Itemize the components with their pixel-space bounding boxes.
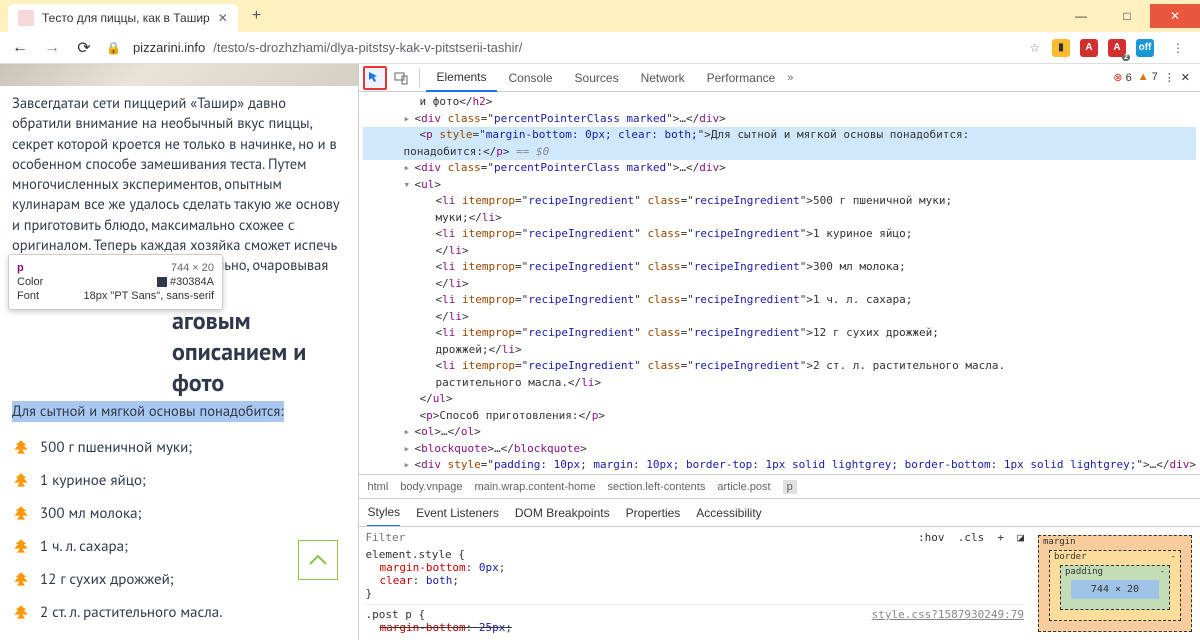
menu-icon[interactable]: ⋮ [1166,41,1190,55]
browser-tab[interactable]: Тесто для пиццы, как в Ташир ✕ [8,4,238,32]
article-h2: аговым описанием и фото [12,305,346,398]
list-item: 1 ч. л. сахара; [12,530,346,563]
cls-toggle[interactable]: .cls [958,531,985,544]
browser-titlebar: Тесто для пиццы, как в Ташир ✕ + — □ ✕ [0,0,1200,32]
inspect-tooltip: p744 × 20 Color#30384A Font18px "PT Sans… [8,254,223,310]
ext-icon-2[interactable]: off [1136,39,1154,57]
shadow-icon[interactable]: ◪ [1017,531,1024,544]
subtab-dom-breakpoints[interactable]: DOM Breakpoints [515,506,610,520]
url-field[interactable]: pizzarini.info/testo/s-drozhzhami/dlya-p… [133,40,1017,55]
devtools-panel: Elements Console Sources Network Perform… [358,64,1200,640]
bullet-icon [12,603,30,621]
devtools-close-icon[interactable]: ✕ [1181,71,1190,84]
window-close-button[interactable]: ✕ [1150,4,1200,28]
tab-sources[interactable]: Sources [565,64,629,92]
lock-icon: 🔒 [106,41,121,55]
dom-tree[interactable]: и фото</h2> ▸<div class="percentPointerC… [359,92,1200,474]
forward-button[interactable]: → [42,39,62,57]
breadcrumb[interactable]: html body.vnpage main.wrap.content-home … [359,474,1200,498]
window-maximize-button[interactable]: □ [1104,4,1150,28]
page-content: Завсегдатаи сети пиццерий «Ташир» давно … [0,64,358,640]
hov-toggle[interactable]: :hov [918,531,945,544]
ext-icon[interactable]: ▮ [1052,39,1070,57]
bullet-icon [12,471,30,489]
tab-elements[interactable]: Elements [426,64,496,92]
extension-icons: ▮ A A2 off [1052,39,1154,57]
back-button[interactable]: ← [10,39,30,57]
inspect-element-button[interactable] [363,66,387,90]
address-bar: ← → ⟳ 🔒 pizzarini.info/testo/s-drozhzham… [0,32,1200,64]
highlighted-paragraph: Для сытной и мягкой основы понадобится: [12,401,284,422]
list-item: 500 г пшеничной муки; [12,431,346,464]
subtab-styles[interactable]: Styles [367,499,400,527]
bullet-icon [12,438,30,456]
error-count[interactable]: ⊗ 6 [1113,71,1131,84]
box-model: margin border- padding- 744 × 20 [1030,527,1200,640]
tab-network[interactable]: Network [631,64,695,92]
abp-badge-icon[interactable]: A2 [1108,39,1126,57]
adblock-icon[interactable]: A [1080,39,1098,57]
favicon [18,10,34,26]
styles-filter-input[interactable] [365,531,425,544]
devtools-settings-icon[interactable]: ⋮ [1164,71,1175,84]
add-rule-button[interactable]: + [998,531,1005,544]
list-item: 2 ст. л. растительного масла. [12,596,346,629]
devtools-tabs: Elements Console Sources Network Perform… [359,64,1200,92]
subtab-properties[interactable]: Properties [626,506,681,520]
styles-panel: :hov .cls + ◪ element.style { margin-bot… [359,526,1200,640]
new-tab-button[interactable]: + [244,7,269,25]
warning-count[interactable]: ▲ 7 [1138,71,1158,84]
chevron-up-icon [308,554,328,566]
scroll-top-button[interactable] [298,540,338,580]
device-toolbar-button[interactable] [389,66,413,90]
tab-performance[interactable]: Performance [697,64,786,92]
window-minimize-button[interactable]: — [1058,4,1104,28]
selected-node: ⋯<p style="margin-bottom: 0px; clear: bo… [363,127,1196,144]
list-item: 300 мл молока; [12,497,346,530]
tab-close-icon[interactable]: ✕ [218,11,228,25]
styles-subtabs: Styles Event Listeners DOM Breakpoints P… [359,498,1200,526]
subtab-event-listeners[interactable]: Event Listeners [416,506,499,520]
list-item: 1 куриное яйцо; [12,464,346,497]
tab-title: Тесто для пиццы, как в Ташир [42,11,210,25]
list-item: 12 г сухих дрожжей; [12,563,346,596]
bullet-icon [12,570,30,588]
hero-image [0,64,358,86]
star-icon[interactable]: ☆ [1029,41,1040,55]
subtab-accessibility[interactable]: Accessibility [696,506,761,520]
bullet-icon [12,537,30,555]
reload-button[interactable]: ⟳ [74,38,94,58]
bullet-icon [12,504,30,522]
ingredient-list: 500 г пшеничной муки; 1 куриное яйцо; 30… [12,431,346,629]
tab-console[interactable]: Console [499,64,563,92]
